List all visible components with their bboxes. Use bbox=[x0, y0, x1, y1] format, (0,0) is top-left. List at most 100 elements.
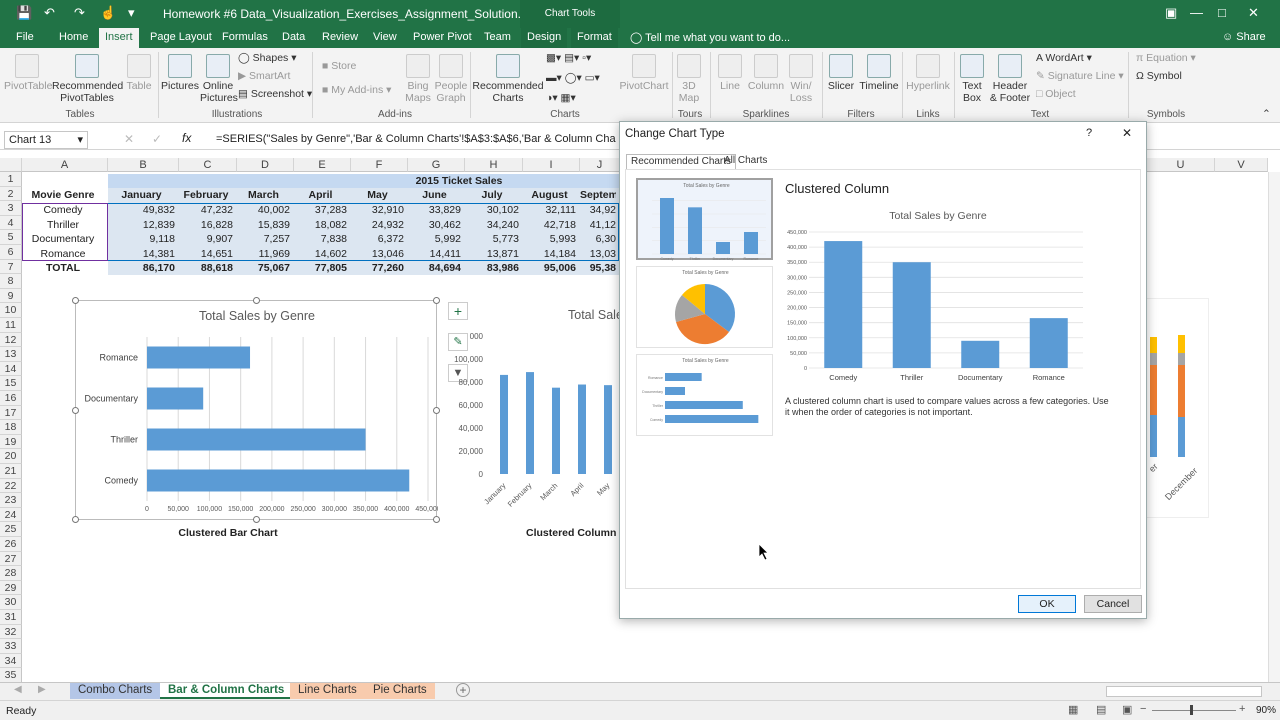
equation-button[interactable]: π Equation ▾ bbox=[1136, 52, 1196, 64]
table-header-cell[interactable]: Septem bbox=[580, 188, 616, 202]
value-cell[interactable]: 13,03 bbox=[580, 247, 616, 261]
value-cell[interactable]: 14,411 bbox=[408, 247, 461, 261]
value-cell[interactable]: 14,184 bbox=[523, 247, 576, 261]
value-cell[interactable]: 83,986 bbox=[465, 261, 519, 275]
row-header[interactable]: 21 bbox=[0, 464, 22, 479]
row-header[interactable]: 34 bbox=[0, 653, 22, 669]
value-cell[interactable]: 16,828 bbox=[179, 218, 233, 232]
zoom-level[interactable]: 90% bbox=[1256, 705, 1276, 716]
table-header-cell[interactable]: February bbox=[179, 188, 233, 202]
thumb-clustered-column[interactable]: Total Sales by Genre Comedy Thriller Docum… bbox=[636, 178, 773, 261]
column-header-u[interactable]: U bbox=[1147, 158, 1215, 172]
cancel-entry-icon[interactable]: ✕ bbox=[124, 132, 134, 146]
close-icon[interactable]: ✕ bbox=[1248, 5, 1259, 21]
new-sheet-plus-icon[interactable]: + bbox=[456, 683, 470, 697]
row-header[interactable]: 33 bbox=[0, 639, 22, 654]
horizontal-scrollbar[interactable] bbox=[1106, 686, 1262, 697]
ribbon-display-icon[interactable]: ▣ bbox=[1165, 5, 1177, 21]
value-cell[interactable]: 9,907 bbox=[179, 232, 233, 246]
tab-design[interactable]: Design bbox=[521, 28, 568, 48]
help-icon[interactable]: ? bbox=[1086, 127, 1092, 139]
value-cell[interactable]: 30,102 bbox=[465, 203, 519, 217]
symbol-button[interactable]: Ω Symbol bbox=[1136, 70, 1182, 82]
tab-power-pivot[interactable]: Power Pivot bbox=[411, 28, 474, 48]
row-header[interactable]: 8 bbox=[0, 274, 22, 289]
table-header-cell[interactable]: January bbox=[108, 188, 175, 202]
column-header-v[interactable]: V bbox=[1215, 158, 1268, 172]
resize-handle[interactable] bbox=[72, 516, 79, 523]
tab-page-layout[interactable]: Page Layout bbox=[148, 28, 214, 48]
resize-handle[interactable] bbox=[72, 297, 79, 304]
value-cell[interactable]: 6,372 bbox=[351, 232, 404, 246]
value-cell[interactable]: 5,773 bbox=[465, 232, 519, 246]
smartart-button[interactable]: ▶ SmartArt bbox=[238, 70, 290, 82]
column-header-c[interactable]: C bbox=[179, 158, 237, 172]
row-header[interactable]: 32 bbox=[0, 624, 22, 640]
wordart-button[interactable]: A WordArt ▾ bbox=[1036, 52, 1092, 64]
resize-handle[interactable] bbox=[253, 297, 260, 304]
table-header-cell[interactable]: July bbox=[465, 188, 519, 202]
store-button[interactable]: ■ Store bbox=[322, 60, 356, 72]
row-header[interactable]: 23 bbox=[0, 493, 22, 508]
column-header-f[interactable]: F bbox=[351, 158, 408, 172]
row-header[interactable]: 3 bbox=[0, 201, 22, 216]
online-pictures-button[interactable]: Online Pictures bbox=[200, 54, 238, 104]
normal-view-icon[interactable]: ▦ bbox=[1068, 703, 1078, 716]
tab-file[interactable]: File bbox=[14, 28, 36, 48]
value-cell[interactable]: 49,832 bbox=[108, 203, 175, 217]
sheet-tab-bar-column-charts[interactable]: Bar & Column Charts bbox=[160, 683, 293, 699]
column-chart[interactable]: Total Sale 0 20,000 40,000 60,000 80,000 100,… bbox=[445, 300, 619, 520]
value-cell[interactable]: 13,046 bbox=[351, 247, 404, 261]
column-header-d[interactable]: D bbox=[237, 158, 294, 172]
hyperlink-button[interactable]: Hyperlink bbox=[904, 54, 952, 92]
tab-insert[interactable]: Insert bbox=[99, 28, 139, 48]
pivottable-button[interactable]: PivotTable bbox=[4, 54, 52, 92]
row-header[interactable]: 6 bbox=[0, 245, 22, 260]
value-cell[interactable]: 47,232 bbox=[179, 203, 233, 217]
resize-handle[interactable] bbox=[253, 516, 260, 523]
minimize-icon[interactable]: — bbox=[1190, 5, 1203, 20]
row-header[interactable]: 18 bbox=[0, 420, 22, 435]
vertical-scrollbar[interactable] bbox=[1268, 172, 1280, 682]
value-cell[interactable]: 33,829 bbox=[408, 203, 461, 217]
tab-home[interactable]: Home bbox=[57, 28, 90, 48]
value-cell[interactable]: 14,381 bbox=[108, 247, 175, 261]
row-header[interactable]: 22 bbox=[0, 478, 22, 494]
ok-button[interactable]: OK bbox=[1018, 595, 1076, 613]
row-header[interactable]: 2 bbox=[0, 186, 22, 202]
tab-format[interactable]: Format bbox=[571, 28, 618, 48]
object-button[interactable]: □ Object bbox=[1036, 88, 1076, 100]
value-cell[interactable]: 7,838 bbox=[294, 232, 347, 246]
value-cell[interactable]: 88,618 bbox=[179, 261, 233, 275]
text-box-button[interactable]: Text Box bbox=[956, 54, 988, 104]
value-cell[interactable]: 95,38 bbox=[580, 261, 616, 275]
value-cell[interactable]: 37,283 bbox=[294, 203, 347, 217]
zoom-slider[interactable] bbox=[1152, 710, 1236, 711]
pie-chart-dropdown[interactable]: ◑▾ ▦▾ bbox=[546, 92, 576, 104]
value-cell[interactable]: 77,805 bbox=[294, 261, 347, 275]
save-icon[interactable]: 💾 bbox=[16, 5, 32, 21]
value-cell[interactable]: 30,462 bbox=[408, 218, 461, 232]
my-addins-button[interactable]: ■ My Add-ins ▾ bbox=[322, 84, 391, 96]
value-cell[interactable]: 9,118 bbox=[108, 232, 176, 246]
row-header[interactable]: 26 bbox=[0, 537, 22, 552]
value-cell[interactable]: 84,694 bbox=[408, 261, 461, 275]
page-break-view-icon[interactable]: ▣ bbox=[1122, 703, 1132, 716]
recommended-pivottables-button[interactable]: Recommended PivotTables bbox=[52, 54, 123, 104]
column-header-a[interactable]: A bbox=[22, 158, 108, 172]
recommended-charts-button[interactable]: Recommended Charts bbox=[472, 54, 544, 104]
zoom-in-icon[interactable]: + bbox=[1239, 703, 1245, 715]
name-box[interactable]: Chart 13 ▾ bbox=[4, 131, 88, 149]
tab-review[interactable]: Review bbox=[320, 28, 360, 48]
confirm-entry-icon[interactable]: ✓ bbox=[152, 132, 162, 146]
shapes-button[interactable]: ◯ Shapes ▾ bbox=[238, 52, 297, 64]
row-header[interactable]: 10 bbox=[0, 303, 22, 318]
sparkline-winloss-button[interactable]: Win/ Loss bbox=[786, 54, 816, 104]
value-cell[interactable]: 11,969 bbox=[237, 247, 290, 261]
screenshot-button[interactable]: ▤ Screenshot ▾ bbox=[238, 88, 312, 100]
value-cell[interactable]: 7,257 bbox=[237, 232, 290, 246]
zoom-out-icon[interactable]: − bbox=[1140, 703, 1146, 715]
maximize-icon[interactable]: □ bbox=[1218, 5, 1226, 20]
redo-icon[interactable]: ↷ bbox=[74, 5, 85, 21]
row-header[interactable]: 11 bbox=[0, 318, 22, 333]
